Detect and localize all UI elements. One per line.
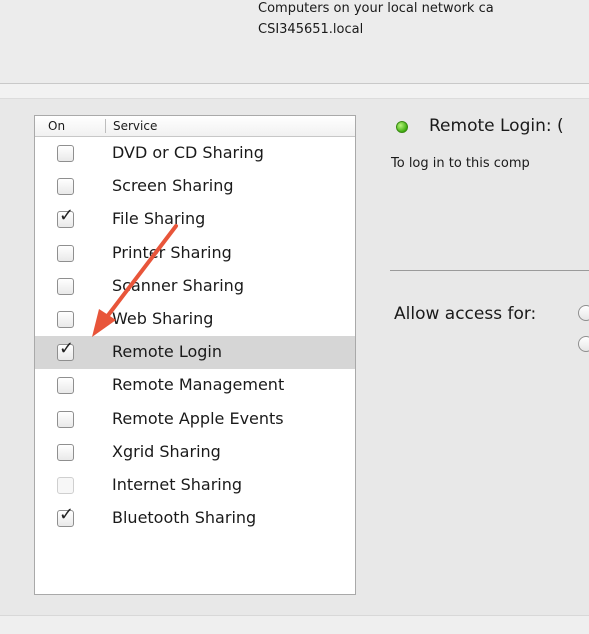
service-checkbox[interactable] <box>57 410 74 428</box>
service-checkbox[interactable] <box>57 377 74 395</box>
checkmark-icon: ✓ <box>59 504 75 526</box>
service-row[interactable]: ✓ File Sharing <box>35 203 355 236</box>
service-label: File Sharing <box>112 209 206 229</box>
service-checkbox <box>57 476 74 494</box>
service-label: Web Sharing <box>112 308 214 328</box>
service-row[interactable]: Scanner Sharing <box>35 270 355 303</box>
service-label: Screen Sharing <box>112 176 234 196</box>
service-label: Scanner Sharing <box>112 275 244 295</box>
service-checkbox[interactable] <box>57 310 74 328</box>
service-checkbox[interactable] <box>57 145 74 162</box>
service-checkbox[interactable] <box>57 443 74 461</box>
network-description: Computers on your local network ca <box>258 1 494 16</box>
checkmark-icon: ✓ <box>59 338 75 360</box>
bottom-bar <box>0 615 589 634</box>
service-checkbox[interactable] <box>57 178 74 196</box>
access-only-these-users-radio[interactable] <box>578 336 589 352</box>
service-checkbox[interactable] <box>57 277 74 295</box>
access-all-users-radio[interactable] <box>578 305 589 321</box>
header-panel: Computers on your local network ca CSI34… <box>0 0 589 84</box>
column-separator <box>105 119 106 133</box>
service-label: Remote Login <box>112 342 222 362</box>
service-checkbox[interactable] <box>57 244 74 262</box>
service-row[interactable]: Internet Sharing <box>35 469 355 502</box>
service-checkbox-checked[interactable]: ✓ <box>57 340 74 362</box>
service-row[interactable]: Remote Apple Events <box>35 403 355 436</box>
column-header-on[interactable]: On <box>48 119 65 133</box>
service-label: Internet Sharing <box>112 474 243 494</box>
service-row[interactable]: Web Sharing <box>35 303 355 336</box>
local-hostname: CSI345651.local <box>258 22 364 37</box>
service-row[interactable]: Screen Sharing <box>35 170 355 203</box>
allow-access-label: Allow access for: <box>394 304 537 324</box>
service-row[interactable]: DVD or CD Sharing <box>35 137 355 170</box>
status-text: Remote Login: ( <box>429 116 564 136</box>
service-list[interactable]: On Service DVD or CD Sharing Screen Shari… <box>34 115 356 595</box>
service-label: Remote Apple Events <box>112 408 284 428</box>
service-row[interactable]: ✓ Bluetooth Sharing <box>35 502 355 535</box>
checkmark-icon: ✓ <box>59 205 75 227</box>
login-instructions: To log in to this comp <box>391 156 530 171</box>
service-row[interactable]: ✓ Remote Login <box>35 336 355 370</box>
service-checkbox-checked[interactable]: ✓ <box>57 207 74 229</box>
service-row[interactable]: Xgrid Sharing <box>35 436 355 469</box>
status-indicator-icon <box>396 121 408 133</box>
service-label: DVD or CD Sharing <box>112 143 264 162</box>
service-row[interactable]: Remote Management <box>35 369 355 402</box>
service-checkbox-checked[interactable]: ✓ <box>57 506 74 528</box>
header-divider <box>0 84 589 99</box>
service-label: Remote Management <box>112 375 285 395</box>
service-label: Xgrid Sharing <box>112 441 221 461</box>
service-row[interactable]: Printer Sharing <box>35 237 355 270</box>
section-divider <box>390 270 589 271</box>
column-header-service[interactable]: Service <box>113 119 157 133</box>
service-label: Bluetooth Sharing <box>112 508 257 528</box>
service-label: Printer Sharing <box>112 242 232 262</box>
list-header: On Service <box>35 116 355 137</box>
